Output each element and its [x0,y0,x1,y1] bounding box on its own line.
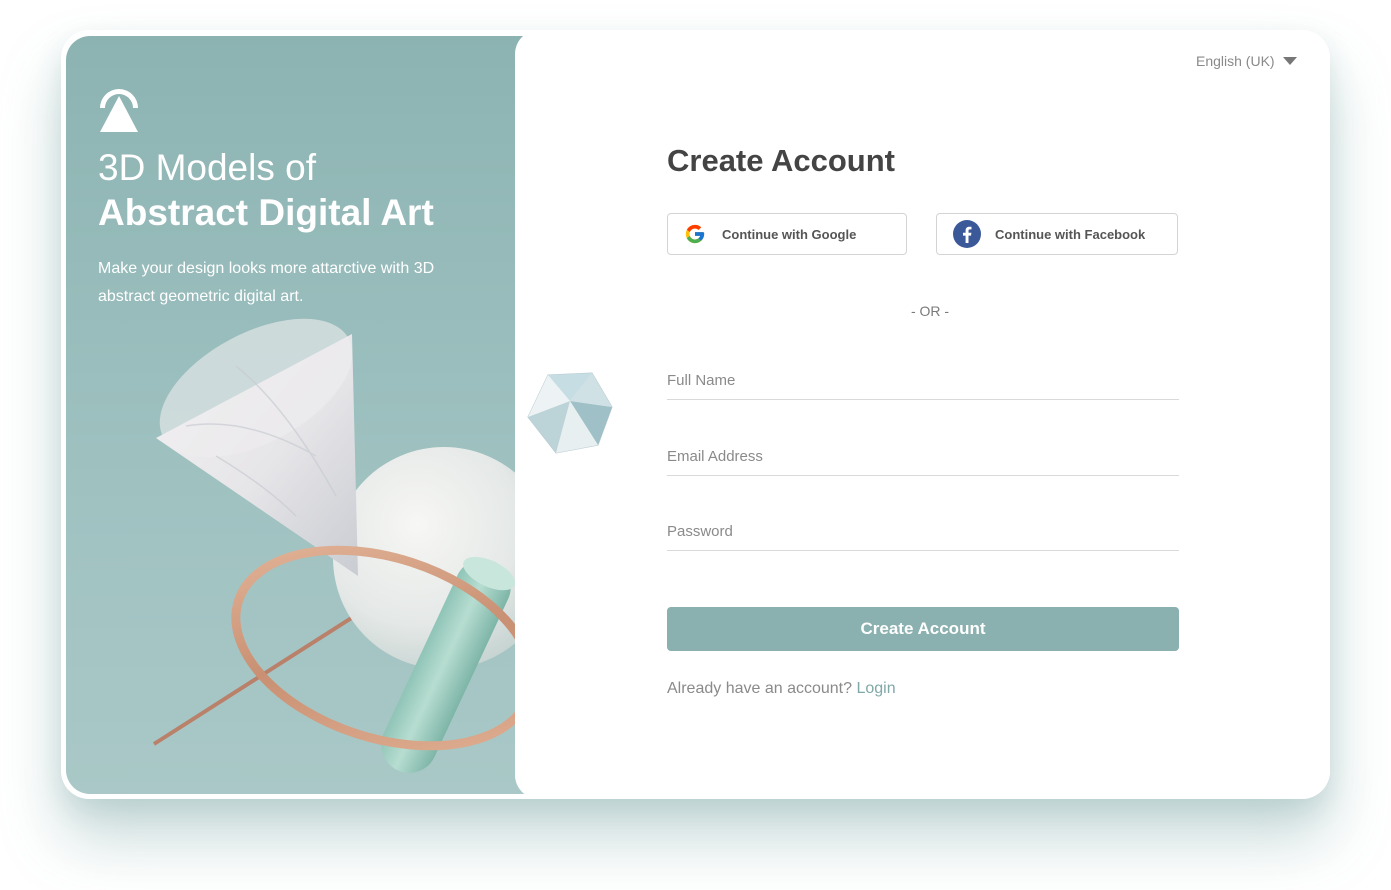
crystal-gem-icon [527,372,613,454]
language-selector[interactable]: English (UK) [1196,53,1297,69]
facebook-signin-button[interactable]: Continue with Facebook [936,213,1178,255]
caret-down-icon [1282,57,1297,65]
hero-panel: 3D Models of Abstract Digital Art Make y… [66,36,536,794]
google-button-label: Continue with Google [722,226,857,242]
full-name-input[interactable] [667,362,1179,400]
create-account-button[interactable]: Create Account [667,607,1179,651]
google-icon [685,224,705,244]
google-signin-button[interactable]: Continue with Google [667,213,907,255]
password-input[interactable] [667,513,1179,551]
hero-title-line2: Abstract Digital Art [98,192,434,233]
password-field-wrapper [667,513,1179,551]
full-name-field-wrapper [667,362,1179,400]
login-link[interactable]: Login [856,680,895,697]
form-panel [515,30,1330,799]
facebook-button-label: Continue with Facebook [995,226,1146,242]
login-prompt-text: Already have an account? [667,680,853,697]
language-label: English (UK) [1196,53,1275,69]
hero-title: 3D Models of Abstract Digital Art [98,145,434,235]
facebook-icon [953,220,981,248]
hero-subtitle: Make your design looks more attarctive w… [98,260,435,305]
hero-title-line1: 3D Models of [98,147,316,188]
login-prompt-row: Already have an account? Login [667,680,896,698]
email-input[interactable] [667,438,1179,476]
or-divider: - OR - [910,303,950,319]
email-field-wrapper [667,438,1179,476]
mountain-logo-icon [100,89,138,132]
form-title: Create Account [667,143,895,178]
